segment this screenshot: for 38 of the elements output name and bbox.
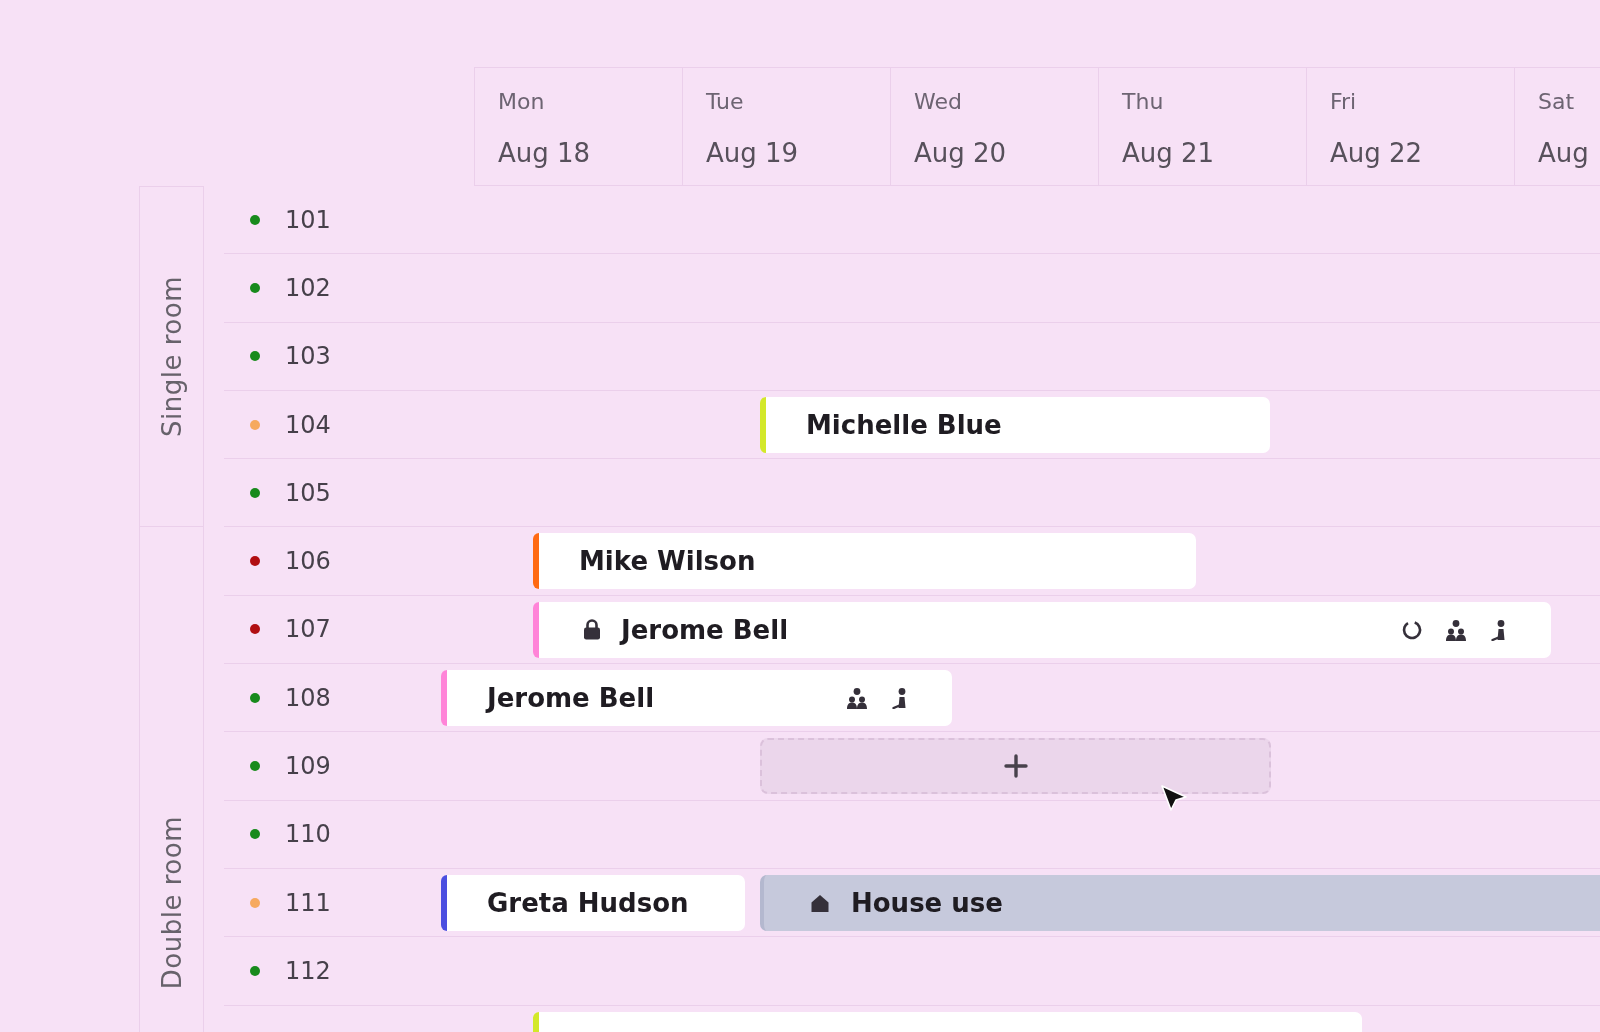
room-number: 109: [285, 752, 331, 780]
house-icon: [810, 892, 830, 913]
room-number: 106: [285, 547, 331, 576]
room-number: 107: [285, 615, 331, 644]
room-number: 102: [285, 273, 331, 302]
room-number: 112: [285, 956, 331, 985]
room-number: 105: [285, 478, 331, 507]
date-label: Aug 19: [706, 137, 799, 169]
room-number: 104: [285, 410, 331, 439]
date-label: Aug: [1538, 137, 1589, 169]
weekday-label: Fri: [1330, 89, 1357, 115]
date-label: Aug 22: [1330, 137, 1423, 169]
ring-icon: [1401, 618, 1423, 641]
date-label: Aug 21: [1122, 137, 1215, 169]
room-type-label: Double room: [156, 816, 187, 990]
people-icon: [846, 687, 868, 710]
booking-bar[interactable]: Jerome Bell: [441, 670, 952, 727]
room-number: 108: [285, 683, 331, 712]
room-number: 111: [285, 888, 331, 917]
booking-bar[interactable]: Jerome Bell: [533, 601, 1551, 658]
room-number: 110: [285, 820, 331, 849]
booking-bar[interactable]: Michelle Blue: [760, 396, 1270, 453]
room-type-label: Single room: [156, 276, 187, 438]
weekday-label: Sat: [1538, 89, 1575, 115]
people-icon: [1445, 618, 1467, 641]
date-label: Aug 18: [498, 137, 591, 169]
booking-bar[interactable]: Mike Wilson: [533, 533, 1196, 590]
booking-bar[interactable]: House use: [760, 874, 1600, 931]
date-label: Aug 20: [914, 137, 1007, 169]
weekday-label: Tue: [706, 89, 744, 115]
booking-bar[interactable]: Greta Hudson: [441, 874, 745, 931]
add-booking-button[interactable]: [760, 738, 1271, 795]
weekday-label: Wed: [914, 89, 962, 115]
room-number: 101: [285, 205, 331, 234]
weekday-label: Mon: [498, 89, 545, 115]
weekday-label: Thu: [1122, 89, 1164, 115]
plus-icon: [1003, 754, 1028, 779]
room-number: 103: [285, 342, 331, 371]
